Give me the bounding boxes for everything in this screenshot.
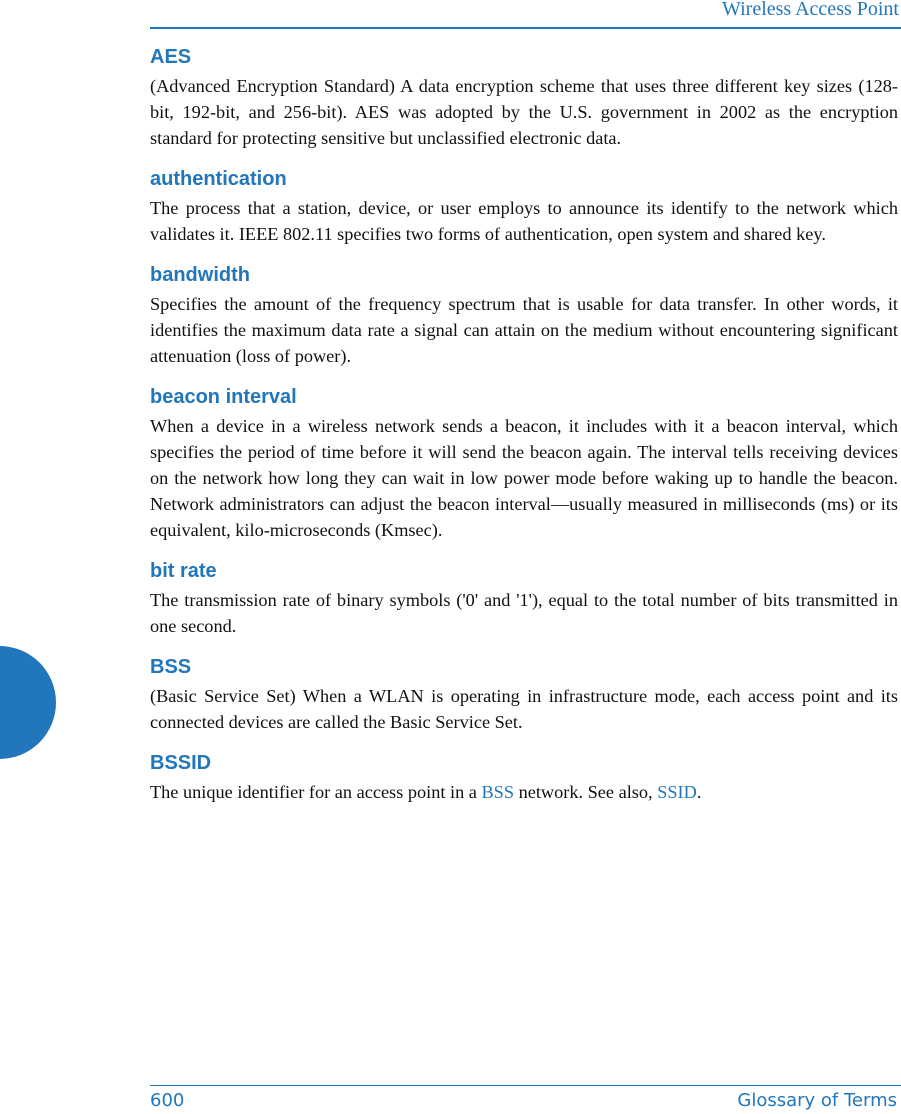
- header-title: Wireless Access Point: [722, 0, 899, 20]
- page-number: 600: [150, 1090, 185, 1111]
- link-bss[interactable]: BSS: [481, 782, 514, 802]
- term-definition: The process that a station, device, or u…: [150, 198, 898, 244]
- glossary-entry: BSSID The unique identifier for an acces…: [150, 750, 898, 805]
- term-definition: When a device in a wireless network send…: [150, 416, 898, 540]
- footer-section-title: Glossary of Terms: [737, 1090, 897, 1111]
- term-heading: BSSID: [150, 752, 212, 774]
- term-heading: bit rate: [150, 560, 217, 582]
- definition-text: The unique identifier for an access poin…: [150, 782, 482, 802]
- term-heading: BSS: [150, 656, 192, 678]
- term-definition: (Basic Service Set) When a WLAN is opera…: [150, 686, 898, 732]
- term-heading: bandwidth: [150, 264, 250, 286]
- glossary-entry: authentication The process that a statio…: [150, 166, 898, 247]
- term-heading: authentication: [150, 168, 287, 190]
- footer-rule: [150, 1085, 901, 1086]
- link-ssid[interactable]: SSID: [657, 782, 697, 802]
- term-definition: (Advanced Encryption Standard) A data en…: [150, 76, 898, 148]
- term-definition: Specifies the amount of the frequency sp…: [150, 294, 898, 366]
- glossary-entry: beacon interval When a device in a wirel…: [150, 384, 898, 543]
- definition-text: .: [696, 782, 702, 802]
- term-definition: The transmission rate of binary symbols …: [150, 590, 898, 636]
- glossary-content: AES (Advanced Encryption Standard) A dat…: [150, 44, 898, 820]
- header-rule: [150, 27, 901, 29]
- term-heading: AES: [150, 46, 192, 68]
- term-definition: The unique identifier for an access poin…: [150, 779, 898, 805]
- chapter-thumb-tab: [0, 646, 56, 759]
- term-heading: beacon interval: [150, 386, 297, 408]
- glossary-entry: AES (Advanced Encryption Standard) A dat…: [150, 44, 898, 151]
- glossary-entry: bit rate The transmission rate of binary…: [150, 558, 898, 639]
- definition-text: network. See also,: [514, 782, 658, 802]
- glossary-entry: bandwidth Specifies the amount of the fr…: [150, 262, 898, 369]
- glossary-entry: BSS (Basic Service Set) When a WLAN is o…: [150, 654, 898, 735]
